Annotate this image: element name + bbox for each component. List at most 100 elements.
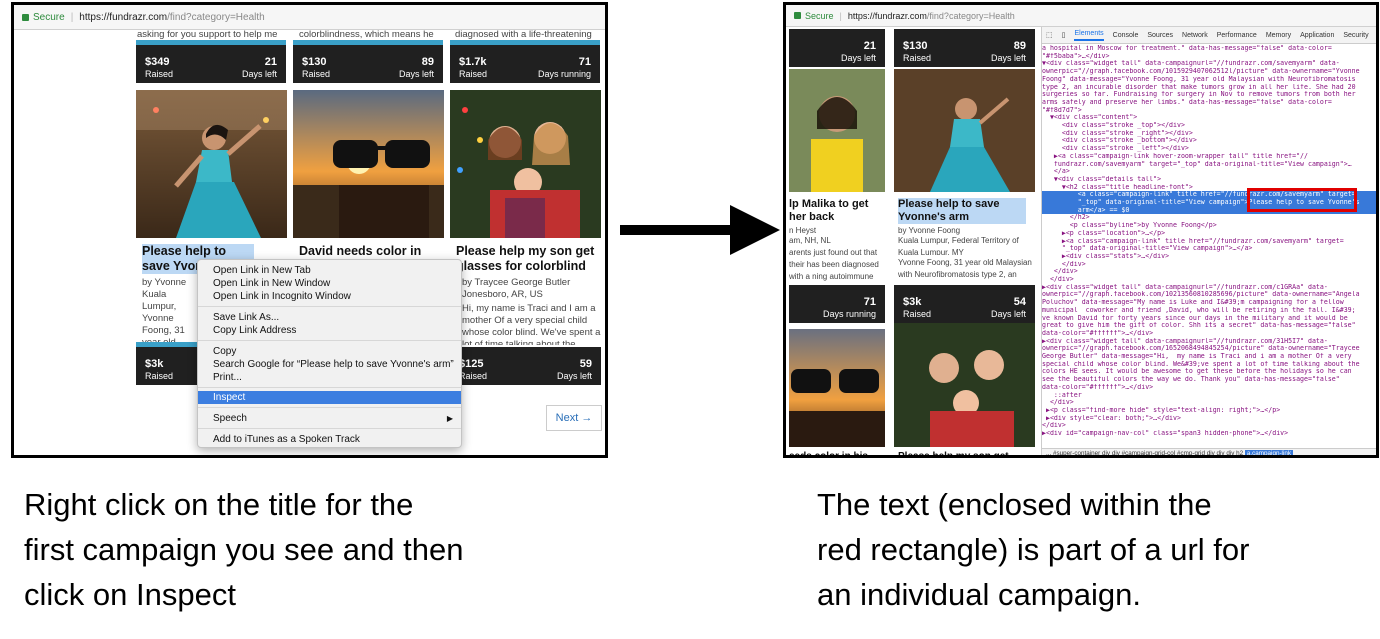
menu-inspect[interactable]: Inspect [198, 391, 461, 404]
breadcrumb-item[interactable]: #super-container [1053, 450, 1100, 455]
campaign-photo-dancer[interactable] [894, 69, 1035, 192]
code-line[interactable]: ownerpic="//graph.facebook.com/101592940… [1042, 68, 1376, 76]
menu-open-new-window[interactable]: Open Link in New Window [198, 277, 461, 290]
menu-separator [198, 428, 461, 429]
days-label: Days left [398, 69, 434, 79]
code-line[interactable]: George Butler" data-message="Hi, my name… [1042, 353, 1376, 361]
code-line[interactable]: </div> [1042, 422, 1376, 430]
breadcrumb-item[interactable]: #cmp-grid [1177, 450, 1205, 455]
menu-open-incognito[interactable]: Open Link in Incognito Window [198, 290, 461, 303]
code-line[interactable]: </div> [1042, 276, 1376, 284]
menu-save-link[interactable]: Save Link As... [198, 311, 461, 324]
menu-open-new-tab[interactable]: Open Link in New Tab [198, 264, 461, 277]
days-value: 21 [264, 56, 277, 68]
code-line[interactable]: surgeries so far. Fundraising for surger… [1042, 91, 1376, 99]
code-line[interactable]: ▶<p class="location">…</p> [1042, 230, 1376, 238]
code-line[interactable]: "_top" data-original-title="View campaig… [1042, 245, 1376, 253]
tab-memory[interactable]: Memory [1266, 32, 1291, 39]
code-line[interactable]: arms safely and preserve her limbs." dat… [1042, 99, 1376, 107]
breadcrumb-item[interactable]: div [1226, 450, 1234, 455]
days-value: 21 [863, 40, 876, 52]
code-line[interactable]: ▼<div class="widget tall" data-campaignu… [1042, 60, 1376, 68]
campaign-photo-sunset[interactable] [293, 90, 444, 238]
code-line[interactable]: ▶<div class="widget tall" data-campaignu… [1042, 284, 1376, 292]
code-line[interactable]: Foong" data-message="Yvonne Foong, 31 ye… [1042, 76, 1376, 84]
menu-print[interactable]: Print... [198, 371, 461, 384]
next-button[interactable]: Next → [546, 405, 602, 431]
code-line[interactable]: "#f5baba">…</div> [1042, 53, 1376, 61]
code-line[interactable]: </div> [1042, 399, 1376, 407]
breadcrumb-item[interactable]: div [1112, 450, 1120, 455]
code-line[interactable]: fundrazr.com/savemyarm" target="_top" da… [1042, 161, 1376, 169]
code-line[interactable]: </div> [1042, 261, 1376, 269]
breadcrumb-item[interactable]: h2 [1236, 450, 1243, 455]
campaign-photo-family[interactable] [894, 323, 1035, 447]
campaign-photo-sunset[interactable] [789, 329, 885, 447]
code-line[interactable]: a hospital in Moscow for treatment." dat… [1042, 45, 1376, 53]
campaign-title-link[interactable]: eeds color in his life [789, 449, 885, 455]
code-line[interactable]: data-color="#ffffff">…</div> [1042, 330, 1376, 338]
code-line[interactable]: "#f8d7d7"> [1042, 107, 1376, 115]
code-line[interactable]: see the beautiful colors the way we do. … [1042, 376, 1376, 384]
menu-copy[interactable]: Copy [198, 345, 461, 358]
code-line[interactable]: ▶<div class="stats">…</div> [1042, 253, 1376, 261]
code-line[interactable]: <div class="stroke _right"></div> [1042, 130, 1376, 138]
campaign-title-link[interactable]: Please help my son get glasses for color… [456, 244, 596, 274]
menu-speech[interactable]: Speech ▶ [198, 412, 461, 425]
breadcrumb-item[interactable]: div [1207, 450, 1215, 455]
code-line[interactable]: special child whose color blind. We&#39;… [1042, 361, 1376, 369]
code-line[interactable]: Poluchov" data-message="My name is Luke … [1042, 299, 1376, 307]
breadcrumb-item[interactable]: #campaign-grid-col [1122, 450, 1176, 455]
code-line[interactable]: ownerpic="//graph.facebook.com/165206849… [1042, 345, 1376, 353]
breadcrumb-item[interactable]: div [1102, 450, 1110, 455]
menu-copy-link[interactable]: Copy Link Address [198, 324, 461, 337]
menu-add-itunes[interactable]: Add to iTunes as a Spoken Track [198, 433, 461, 446]
code-line[interactable]: great to give him the gift of color. Shh… [1042, 322, 1376, 330]
code-line[interactable]: type 2, an incurable disorder that make … [1042, 84, 1376, 92]
code-line[interactable]: <div class="stroke _bottom"></div> [1042, 137, 1376, 145]
code-line[interactable]: ownerpic="//graph.facebook.com/102135608… [1042, 291, 1376, 299]
menu-separator [198, 340, 461, 341]
breadcrumb-item[interactable]: div [1217, 450, 1225, 455]
menu-search-google[interactable]: Search Google for “Please help to save Y… [198, 358, 461, 371]
code-line[interactable]: colors HE sees. It would be awesome to g… [1042, 368, 1376, 376]
tab-application[interactable]: Application [1300, 32, 1334, 39]
code-line[interactable]: <div class="stroke _top"></div> [1042, 122, 1376, 130]
code-line[interactable]: </a> [1042, 168, 1376, 176]
campaign-photo-dancer[interactable] [136, 90, 287, 238]
tab-console[interactable]: Console [1113, 32, 1139, 39]
code-line[interactable]: ▶<a class="campaign-link hover-zoom-wrap… [1042, 153, 1376, 161]
tab-elements[interactable]: Elements [1074, 30, 1104, 41]
code-line[interactable]: ▶<div id="campaign-nav-col" class="span3… [1042, 430, 1376, 438]
code-line[interactable]: ▼<div class="details tall"> [1042, 176, 1376, 184]
code-line[interactable]: <p class="byline">by Yvonne Foong</p> [1042, 222, 1376, 230]
code-line[interactable]: ▶<div class="widget tall" data-campaignu… [1042, 338, 1376, 346]
campaign-title-link[interactable]: Please help to save Yvonne's arm [898, 198, 1026, 224]
code-line[interactable]: ▶<a class="campaign-link" title href="//… [1042, 238, 1376, 246]
campaign-photo-family[interactable] [450, 90, 601, 238]
stats-bar: 71 Days running [789, 285, 885, 323]
code-line[interactable]: ve known David for forty years since our… [1042, 315, 1376, 323]
tab-security[interactable]: Security [1343, 32, 1368, 39]
tab-network[interactable]: Network [1182, 32, 1208, 39]
code-line[interactable]: data-color="#ffffff">…</div> [1042, 384, 1376, 392]
code-line[interactable]: <div class="stroke _left"></div> [1042, 145, 1376, 153]
tab-sources[interactable]: Sources [1147, 32, 1173, 39]
breadcrumb-item[interactable]: ... [1046, 450, 1051, 455]
code-line[interactable]: </div> [1042, 268, 1376, 276]
inspect-element-icon[interactable]: ⬚ [1046, 31, 1053, 39]
campaign-title-link[interactable]: Please help my son get [898, 449, 1033, 455]
address-bar[interactable]: Secure | https://fundrazr.com /find?cate… [14, 5, 605, 30]
code-line[interactable]: municipal coworker and friend ,David, wh… [1042, 307, 1376, 315]
tab-performance[interactable]: Performance [1217, 32, 1257, 39]
code-line[interactable]: ::after [1042, 392, 1376, 400]
campaign-photo-girl[interactable] [789, 69, 885, 192]
code-line[interactable]: ▶<div style="clear: both;">…</div> [1042, 415, 1376, 423]
device-toggle-icon[interactable]: ▯ [1062, 31, 1066, 39]
address-bar[interactable]: Secure | https://fundrazr.com /find?cate… [786, 5, 1376, 27]
code-line[interactable]: ▶<p class="find-more hide" style="text-a… [1042, 407, 1376, 415]
campaign-title-link[interactable]: lp Malika to get her back [789, 198, 885, 224]
code-line[interactable]: </h2> [1042, 214, 1376, 222]
code-line[interactable]: ▼<div class="content"> [1042, 114, 1376, 122]
breadcrumb-active[interactable]: a.campaign-link [1244, 450, 1294, 455]
